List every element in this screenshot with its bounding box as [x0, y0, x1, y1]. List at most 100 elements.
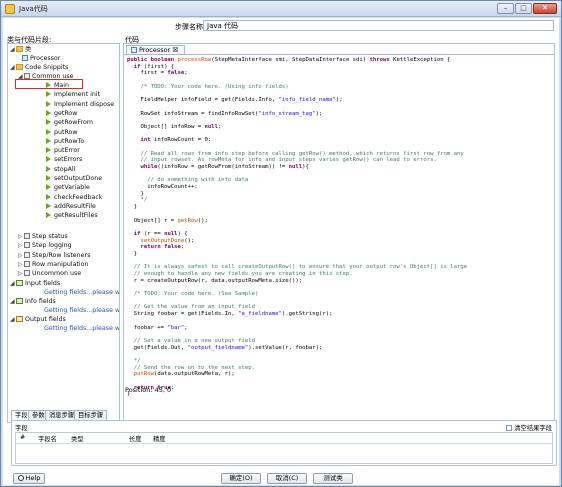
tab-close-icon[interactable]: ☒ [172, 46, 178, 54]
code-line[interactable]: get(Fields.Out, "output_fieldname").setV… [127, 345, 551, 352]
snippet-item[interactable]: addResultFile [46, 202, 96, 211]
code-line[interactable]: return false; [127, 244, 551, 251]
minimize-button[interactable]: – [497, 3, 514, 14]
tree-node-processor[interactable]: Processor [22, 54, 60, 63]
snippet-item[interactable]: putError [46, 146, 80, 155]
tree-node-category[interactable]: ▷ Step logging [18, 241, 72, 250]
snippet-icon [46, 119, 51, 126]
tree-node-category[interactable]: ▷ Row manipulation [18, 260, 89, 269]
code-line[interactable]: while((infoRow = getRowFrom(infoStream))… [127, 164, 551, 171]
input-fields-loading: Getting fields...please wait [44, 289, 120, 296]
java-class-icon [22, 55, 28, 61]
code-line[interactable]: /* TODO: Your code here. (Using info fie… [127, 84, 551, 91]
code-line[interactable]: foobar += "bar"; [127, 325, 551, 332]
snippet-item[interactable]: Implement dispose [46, 100, 114, 109]
code-line[interactable]: // Get the value from an input field [127, 304, 551, 311]
tree-node-category[interactable]: ▷ Step/Row listeners [18, 251, 90, 260]
snippet-item[interactable]: Implement init [46, 90, 100, 99]
code-line[interactable] [127, 284, 551, 291]
code-line[interactable]: String foobar = get(Fields.In, "a_fieldn… [127, 311, 551, 318]
snippet-item[interactable]: getVariable [46, 183, 90, 192]
category-icon [24, 260, 30, 267]
code-line[interactable]: putRow(data.outputRowMeta, r); [127, 371, 551, 378]
close-button[interactable]: ✕ [533, 3, 557, 14]
column-header-precision[interactable]: 精度 [153, 434, 166, 443]
tab-target-steps[interactable]: 目标步骤 [74, 410, 108, 420]
code-line[interactable]: // input rowset. As rowMeta for info and… [127, 157, 551, 164]
tree-node-classes[interactable]: ◢ 类 [10, 45, 31, 54]
maximize-button[interactable]: □ [515, 3, 532, 14]
snippet-item[interactable]: putRowTo [46, 137, 84, 146]
code-line[interactable] [127, 211, 551, 218]
column-header-type[interactable]: 类型 [71, 434, 84, 443]
fields-label: 字段 [15, 425, 28, 432]
code-line[interactable]: // Set a value in a new output field [127, 338, 551, 345]
code-line[interactable] [127, 224, 551, 231]
code-line[interactable] [127, 117, 551, 124]
code-line[interactable]: RowSet infoStream = findInfoRowSet("info… [127, 111, 551, 118]
snippet-item[interactable]: getRow [46, 109, 77, 118]
help-button[interactable]: Help [13, 473, 45, 484]
step-name-input[interactable]: Java 代码 [203, 20, 554, 31]
code-line[interactable]: int infoRowCount = 0; [127, 137, 551, 144]
ok-button[interactable]: 确定(O) [221, 473, 261, 484]
code-editor[interactable]: Processor ☒ public boolean processRow(St… [123, 43, 555, 423]
code-line[interactable] [127, 90, 551, 97]
code-line[interactable]: first = false; [127, 70, 551, 77]
cancel-button[interactable]: 取消(C) [267, 473, 307, 484]
code-line[interactable]: Object[] r = getRow(); [127, 218, 551, 225]
tree-node-category[interactable]: ▷ Uncommon use [18, 269, 81, 278]
code-line[interactable]: // Read all rows from info step before c… [127, 151, 551, 158]
code-line[interactable]: // Send the row on to the next step. [127, 365, 551, 372]
code-line[interactable] [127, 298, 551, 305]
code-line[interactable] [127, 318, 551, 325]
code-line[interactable]: } [127, 191, 551, 198]
code-line[interactable]: */ [127, 358, 551, 365]
code-line[interactable] [127, 144, 551, 151]
code-line[interactable] [127, 351, 551, 358]
code-line[interactable]: if (r == null) { [127, 231, 551, 238]
test-class-button[interactable]: 测试类 [313, 473, 353, 484]
code-line[interactable]: } [127, 204, 551, 211]
snippet-item[interactable]: stopAll [46, 165, 75, 174]
variable-icon [16, 298, 23, 304]
code-line[interactable] [127, 131, 551, 138]
code-line[interactable] [127, 378, 551, 385]
snippet-item[interactable]: setErrors [46, 155, 82, 164]
snippet-item[interactable]: getResultFiles [46, 211, 98, 220]
code-line[interactable]: public boolean processRow(StepMetaInterf… [127, 57, 551, 64]
code-text[interactable]: public boolean processRow(StepMetaInterf… [127, 57, 551, 398]
code-line[interactable]: */ [127, 197, 551, 204]
tree-node-code-snippits[interactable]: ◢ Code Snippits [10, 63, 68, 72]
code-line[interactable]: Object[] infoRow = null; [127, 124, 551, 131]
code-line[interactable]: // do something with info data [127, 177, 551, 184]
code-line[interactable]: } [127, 251, 551, 258]
tree-node-input-fields[interactable]: ◢ Input fields [10, 279, 60, 288]
snippet-item[interactable]: setOutputDone [46, 174, 102, 183]
code-line[interactable]: // enough to handle any new fields you a… [127, 271, 551, 278]
tree-node-category[interactable]: ▷ Step status [18, 232, 68, 241]
code-line[interactable]: /* TODO: Your code here. (See Sample) [127, 291, 551, 298]
snippet-item[interactable]: checkFeedback [46, 193, 102, 202]
code-line[interactable]: infoRowCount++; [127, 184, 551, 191]
column-header-name[interactable]: 字段名 [38, 434, 57, 443]
column-header-length[interactable]: 长度 [129, 434, 142, 443]
snippet-item[interactable]: getRowFrom [46, 118, 93, 127]
code-line[interactable] [127, 104, 551, 111]
code-line[interactable]: FieldHelper infoField = get(Fields.Info,… [127, 97, 551, 104]
code-line[interactable] [127, 331, 551, 338]
category-icon [24, 233, 30, 239]
code-line[interactable]: if (first) { [127, 64, 551, 71]
tree-node-output-fields[interactable]: ◢ Output fields [10, 315, 66, 324]
snippet-item[interactable]: putRow [46, 128, 78, 137]
tree-node-info-fields[interactable]: ◢ Info fields [10, 297, 56, 306]
code-line[interactable]: r = createOutputRow(r, data.outputRowMet… [127, 278, 551, 285]
code-line[interactable] [127, 171, 551, 178]
code-line[interactable]: } [127, 391, 551, 398]
code-line[interactable]: // It is always safest to call createOut… [127, 264, 551, 271]
code-line[interactable] [127, 258, 551, 265]
clear-result-fields-checkbox[interactable]: 清空结果字段 [506, 423, 552, 432]
code-line[interactable]: return true; [127, 385, 551, 392]
code-line[interactable]: setOutputDone(); [127, 238, 551, 245]
code-line[interactable] [127, 77, 551, 84]
